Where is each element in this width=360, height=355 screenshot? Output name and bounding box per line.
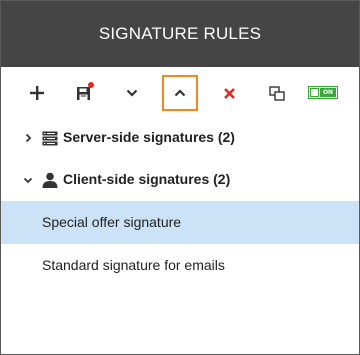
panel-header: SIGNATURE RULES — [1, 1, 359, 67]
server-icon — [41, 129, 59, 147]
list-item-special-offer[interactable]: Special offer signature — [1, 201, 359, 244]
move-down-button[interactable] — [114, 75, 150, 111]
toggle-knob — [310, 88, 319, 97]
unsaved-indicator — [88, 82, 94, 88]
list-item-standard-signature[interactable]: Standard signature for emails — [1, 244, 359, 287]
signature-rules-panel: SIGNATURE RULES ON Server-side signature… — [0, 0, 360, 355]
user-icon — [41, 171, 59, 189]
list-item-label: Standard signature for emails — [42, 257, 225, 273]
toggle-label: ON — [320, 88, 336, 97]
group-client-side[interactable]: Client-side signatures (2) — [1, 159, 359, 201]
group-label: Server-side signatures (2) — [63, 129, 235, 145]
list-item-label: Special offer signature — [42, 214, 182, 230]
move-up-button[interactable] — [162, 75, 198, 111]
group-label: Client-side signatures (2) — [63, 171, 231, 187]
chevron-right-icon[interactable] — [23, 132, 33, 144]
save-button[interactable] — [65, 75, 101, 111]
toolbar: ON — [1, 67, 359, 117]
plus-icon — [30, 86, 44, 100]
group-server-side[interactable]: Server-side signatures (2) — [1, 117, 359, 159]
chevron-up-icon — [174, 89, 186, 97]
copy-icon — [269, 85, 285, 101]
rule-toggle[interactable]: ON — [308, 86, 338, 99]
close-icon — [223, 87, 235, 99]
add-button[interactable] — [19, 75, 55, 111]
chevron-down-icon — [126, 89, 138, 97]
page-title: SIGNATURE RULES — [98, 24, 262, 43]
chevron-down-icon[interactable] — [23, 174, 33, 186]
save-icon — [76, 86, 90, 100]
duplicate-button[interactable] — [259, 75, 295, 111]
delete-button[interactable] — [211, 75, 247, 111]
